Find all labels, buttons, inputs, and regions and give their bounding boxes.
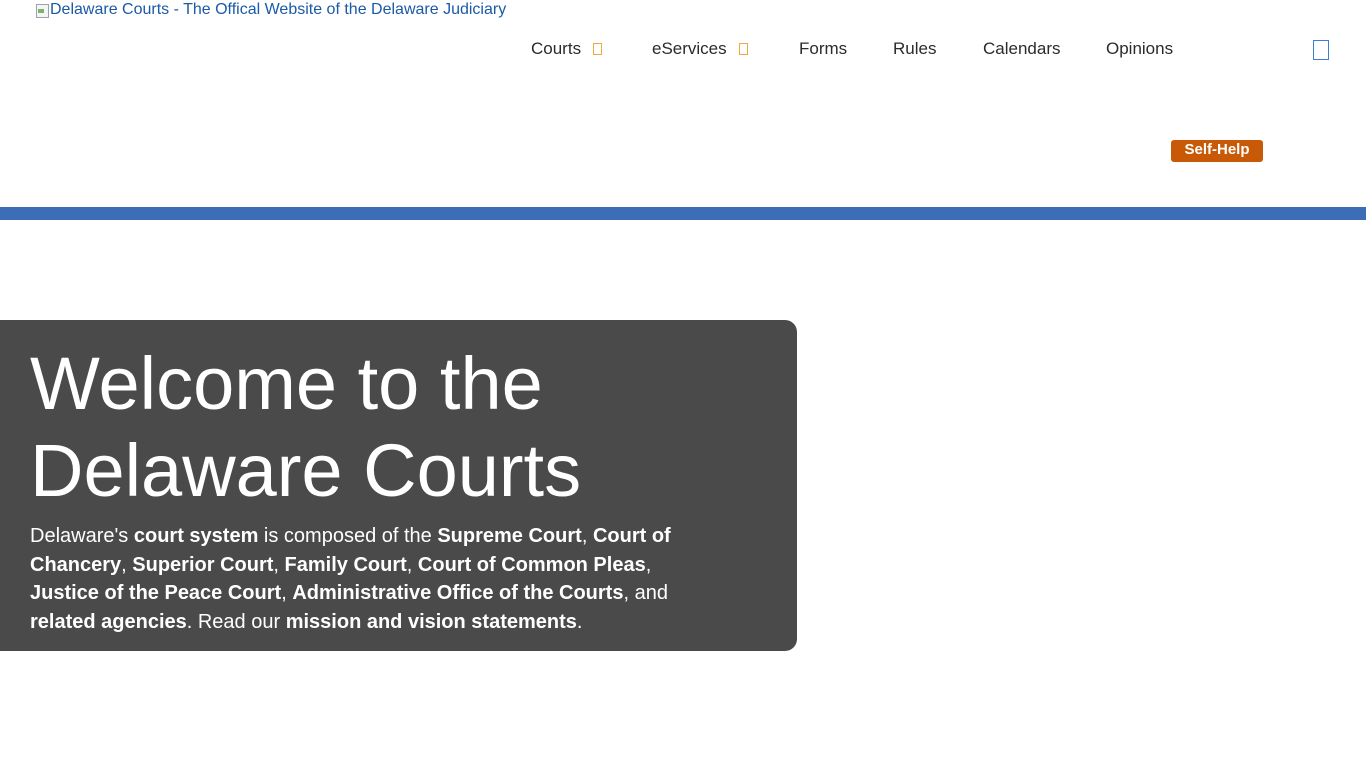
nav-item-opinions[interactable]: Opinions	[1106, 38, 1173, 60]
administrative-office-link[interactable]: Administrative Office of the Courts	[292, 582, 623, 604]
intro-text: is composed of the	[258, 525, 438, 547]
intro-text: .	[576, 610, 583, 633]
superior-court-link[interactable]: Superior Court	[132, 554, 273, 576]
intro-text: ,	[281, 582, 293, 604]
intro-text: ,	[581, 525, 593, 547]
logo-alt-text: Delaware Courts - The Offical Website of…	[50, 1, 507, 18]
court-system-link[interactable]: court system	[134, 525, 259, 547]
related-agencies-link[interactable]: related agencies	[30, 611, 187, 633]
nav-item-label: Opinions	[1106, 39, 1174, 58]
intro-text: . Read our	[186, 610, 286, 633]
nav-item-label: Calendars	[983, 39, 1061, 58]
supreme-court-link[interactable]: Supreme Court	[437, 525, 581, 547]
nav-item-calendars[interactable]: Calendars	[983, 38, 1061, 60]
chevron-down-icon[interactable]	[738, 43, 748, 55]
search-icon[interactable]	[1313, 40, 1329, 60]
intro-text: ,	[645, 553, 652, 576]
nav-item-label: eServices	[652, 39, 727, 58]
mission-vision-link[interactable]: mission and vision statements	[286, 611, 577, 633]
title-line-1: Welcome to the	[30, 342, 543, 425]
page: Delaware Courts - The Offical Website of…	[0, 0, 1366, 768]
page-title: Welcome to the Delaware Courts	[30, 340, 581, 514]
broken-image-icon	[35, 3, 49, 18]
nav-item-label: Rules	[893, 39, 937, 58]
intro-paragraph: Delaware's court system is composed of t…	[30, 522, 710, 636]
header-divider	[0, 207, 1366, 220]
family-court-link[interactable]: Family Court	[285, 554, 407, 576]
chevron-down-icon[interactable]	[593, 43, 603, 55]
nav-item-courts[interactable]: Courts	[531, 38, 603, 60]
intro-text: Delaware's	[30, 525, 134, 547]
title-line-2: Delaware Courts	[30, 429, 582, 512]
court-of-common-pleas-link[interactable]: Court of Common Pleas	[418, 554, 646, 576]
nav-item-forms[interactable]: Forms	[799, 38, 847, 60]
intro-text: ,	[406, 553, 418, 576]
nav-item-rules[interactable]: Rules	[893, 38, 936, 60]
site-logo-link[interactable]: Delaware Courts - The Offical Website of…	[35, 1, 506, 19]
welcome-hero: Welcome to the Delaware Courts Delaware'…	[0, 320, 797, 651]
nav-item-label: Forms	[799, 39, 848, 58]
justice-of-the-peace-court-link[interactable]: Justice of the Peace Court	[30, 582, 281, 604]
nav-item-eservices[interactable]: eServices	[652, 38, 748, 60]
intro-text: ,	[273, 553, 285, 576]
intro-text: ,	[121, 553, 133, 576]
self-help-button[interactable]: Self-Help	[1171, 140, 1263, 162]
nav-item-label: Courts	[531, 39, 582, 58]
intro-text: , and	[623, 582, 668, 604]
